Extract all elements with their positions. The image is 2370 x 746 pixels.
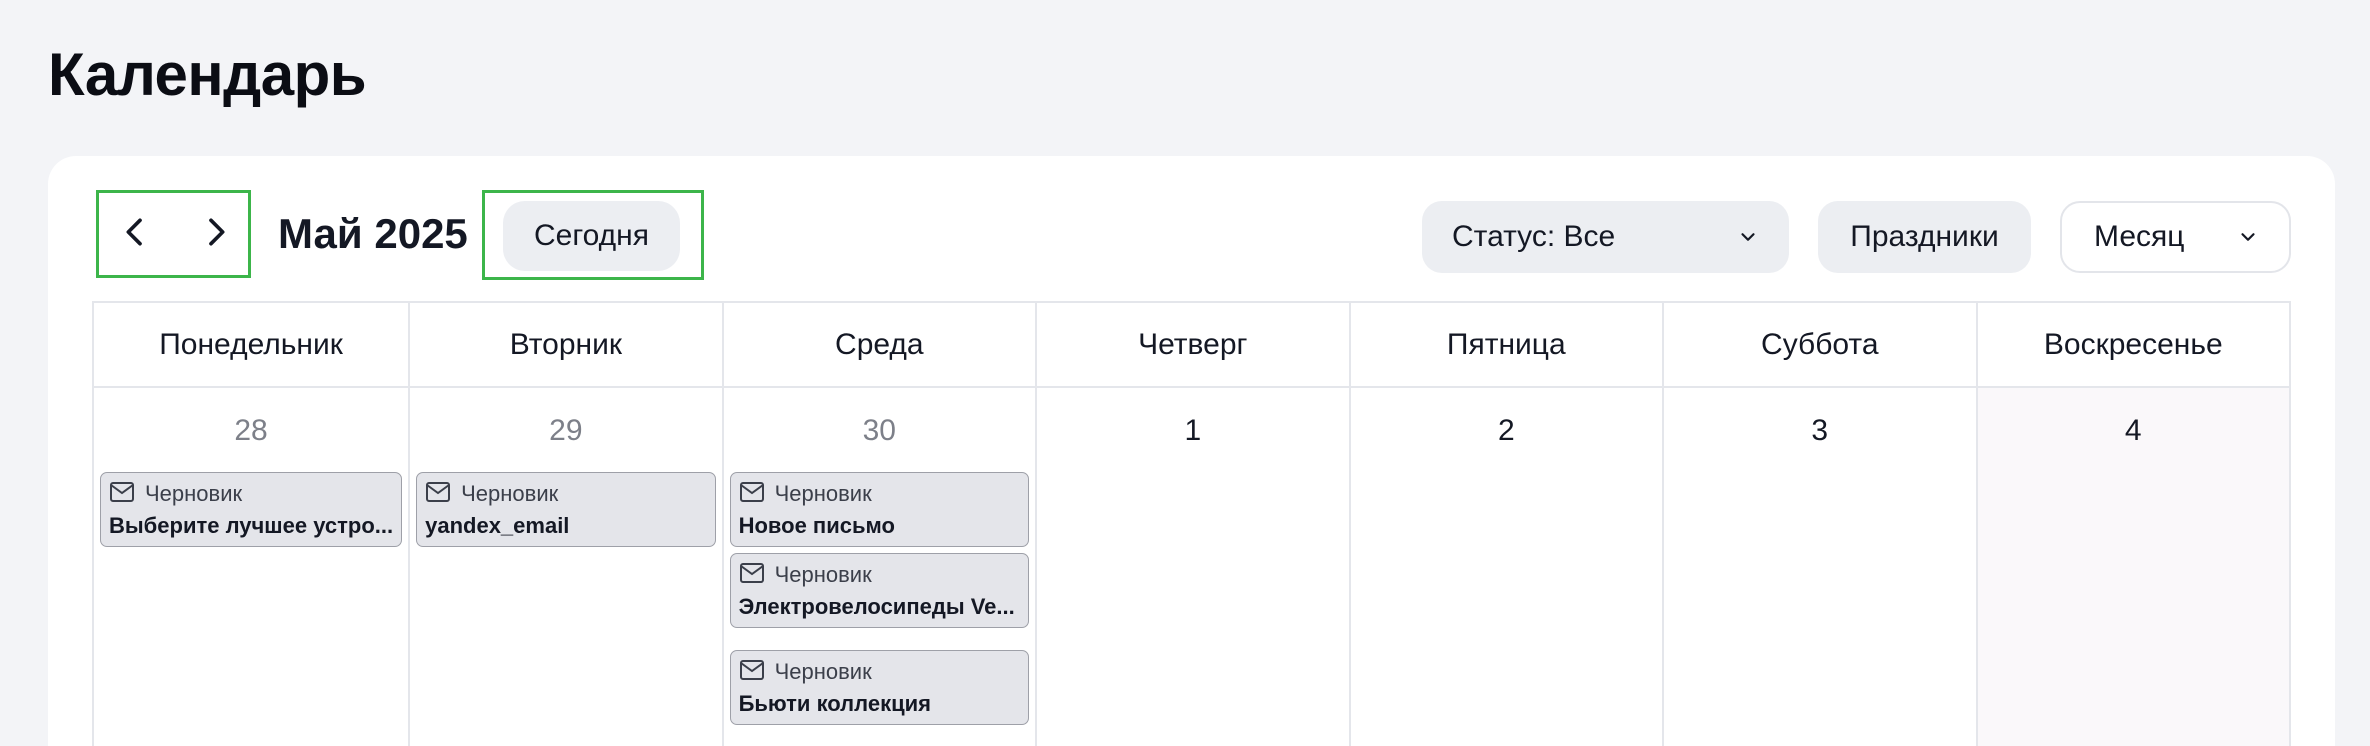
view-mode-select[interactable]: Месяц	[2060, 201, 2291, 273]
day-number: 1	[1184, 414, 1202, 447]
chevron-down-icon	[1737, 226, 1759, 248]
current-month-label: Май 2025	[278, 210, 468, 257]
day-number: 2	[1497, 414, 1515, 447]
day-cell[interactable]: 1	[1037, 388, 1351, 746]
day-cell[interactable]: 28 Черновик Выберите лучшее устро...	[94, 388, 411, 746]
chevron-down-icon	[2237, 226, 2259, 248]
weekday-header: Четверг	[1037, 303, 1351, 388]
day-cell[interactable]: 3	[1664, 388, 1978, 746]
day-number: 4	[2124, 414, 2142, 447]
envelope-icon	[425, 481, 451, 508]
today-button[interactable]: Сегодня	[503, 201, 680, 271]
day-cell[interactable]: 2	[1351, 388, 1665, 746]
day-number: 29	[549, 414, 583, 447]
event-status: Черновик	[774, 481, 872, 506]
event-status: Черновик	[461, 481, 559, 506]
view-mode-value: Месяц	[2094, 220, 2185, 253]
weekday-header: Понедельник	[94, 303, 411, 388]
weekday-header: Воскресенье	[1977, 303, 2291, 388]
event-title: Бьюти коллекция	[738, 691, 931, 716]
calendar-event[interactable]: Черновик Бьюти коллекция	[729, 650, 1030, 725]
next-month-button[interactable]	[180, 196, 252, 272]
page-title: Календарь	[48, 41, 367, 108]
envelope-icon	[739, 481, 765, 508]
envelope-icon	[109, 481, 135, 508]
status-filter-value: Статус: Все	[1452, 220, 1616, 253]
event-status: Черновик	[145, 481, 243, 506]
envelope-icon	[739, 659, 765, 686]
event-title: yandex_email	[425, 513, 570, 538]
event-status: Черновик	[774, 562, 872, 587]
envelope-icon	[739, 562, 765, 589]
prev-month-button[interactable]	[99, 196, 171, 272]
day-cell[interactable]: 4	[1977, 388, 2291, 746]
day-number: 3	[1811, 414, 1829, 447]
weekday-header: Вторник	[410, 303, 724, 388]
chevron-left-icon	[115, 212, 155, 257]
event-title: Новое письмо	[738, 513, 895, 538]
day-number: 28	[234, 414, 268, 447]
weekday-header: Среда	[723, 303, 1038, 388]
calendar-event[interactable]: Черновик Новое письмо	[729, 472, 1030, 547]
status-filter-select[interactable]: Статус: Все	[1422, 201, 1789, 273]
chevron-right-icon	[196, 212, 236, 257]
day-number: 30	[862, 414, 896, 447]
event-title: Выберите лучшее устро...	[109, 513, 394, 538]
calendar-event[interactable]: Черновик Электровелосипеды Ve...	[729, 553, 1030, 628]
weekday-header: Суббота	[1664, 303, 1978, 388]
event-title: Электровелосипеды Ve...	[738, 594, 1015, 619]
day-cell[interactable]: 29 Черновик yandex_email	[410, 388, 724, 746]
weekday-header: Пятница	[1350, 303, 1665, 388]
day-cell[interactable]: 30 Черновик Новое письмо Черновик Электр…	[724, 388, 1038, 746]
calendar-grid: Понедельник Вторник Среда Четверг Пятниц…	[92, 301, 2291, 746]
event-status: Черновик	[774, 659, 872, 684]
holidays-button[interactable]: Праздники	[1818, 201, 2031, 273]
calendar-event[interactable]: Черновик Выберите лучшее устро...	[100, 472, 403, 547]
calendar-event[interactable]: Черновик yandex_email	[416, 472, 716, 547]
